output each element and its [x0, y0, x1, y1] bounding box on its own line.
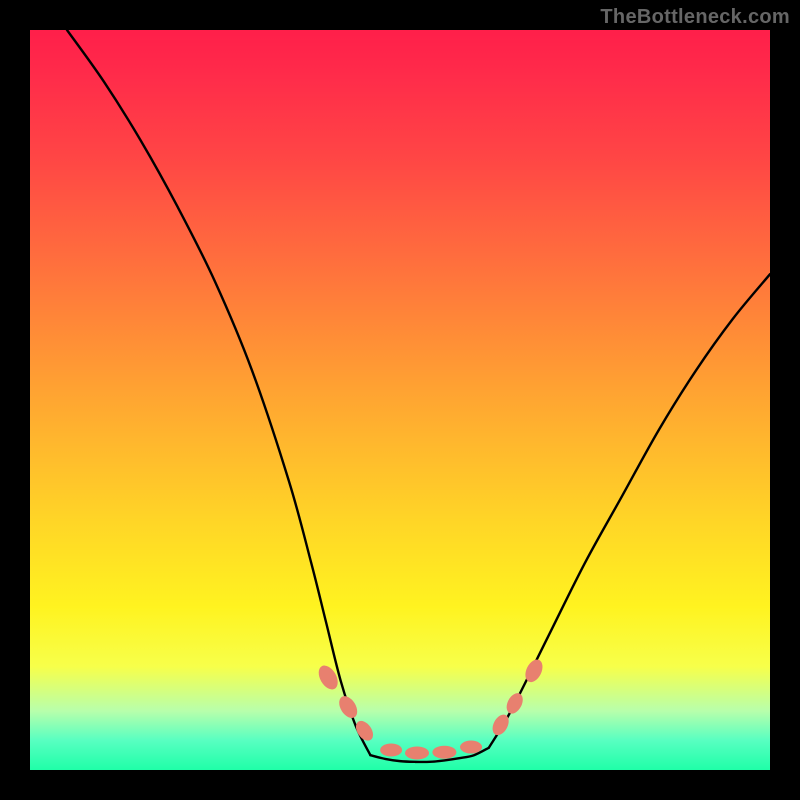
valley-marker: [335, 693, 360, 721]
valley-marker: [503, 690, 526, 716]
watermark-text: TheBottleneck.com: [600, 6, 790, 29]
chart-frame: TheBottleneck.com: [0, 0, 800, 800]
valley-marker: [352, 718, 376, 744]
valley-marker: [405, 746, 429, 759]
valley-marker: [460, 741, 482, 754]
plot-area: [30, 30, 770, 770]
series-left-curve: [67, 30, 370, 755]
markers-group: [315, 657, 546, 760]
series-group: [67, 30, 770, 762]
curve-layer: [30, 30, 770, 770]
valley-marker: [432, 746, 456, 759]
valley-marker: [380, 744, 402, 757]
